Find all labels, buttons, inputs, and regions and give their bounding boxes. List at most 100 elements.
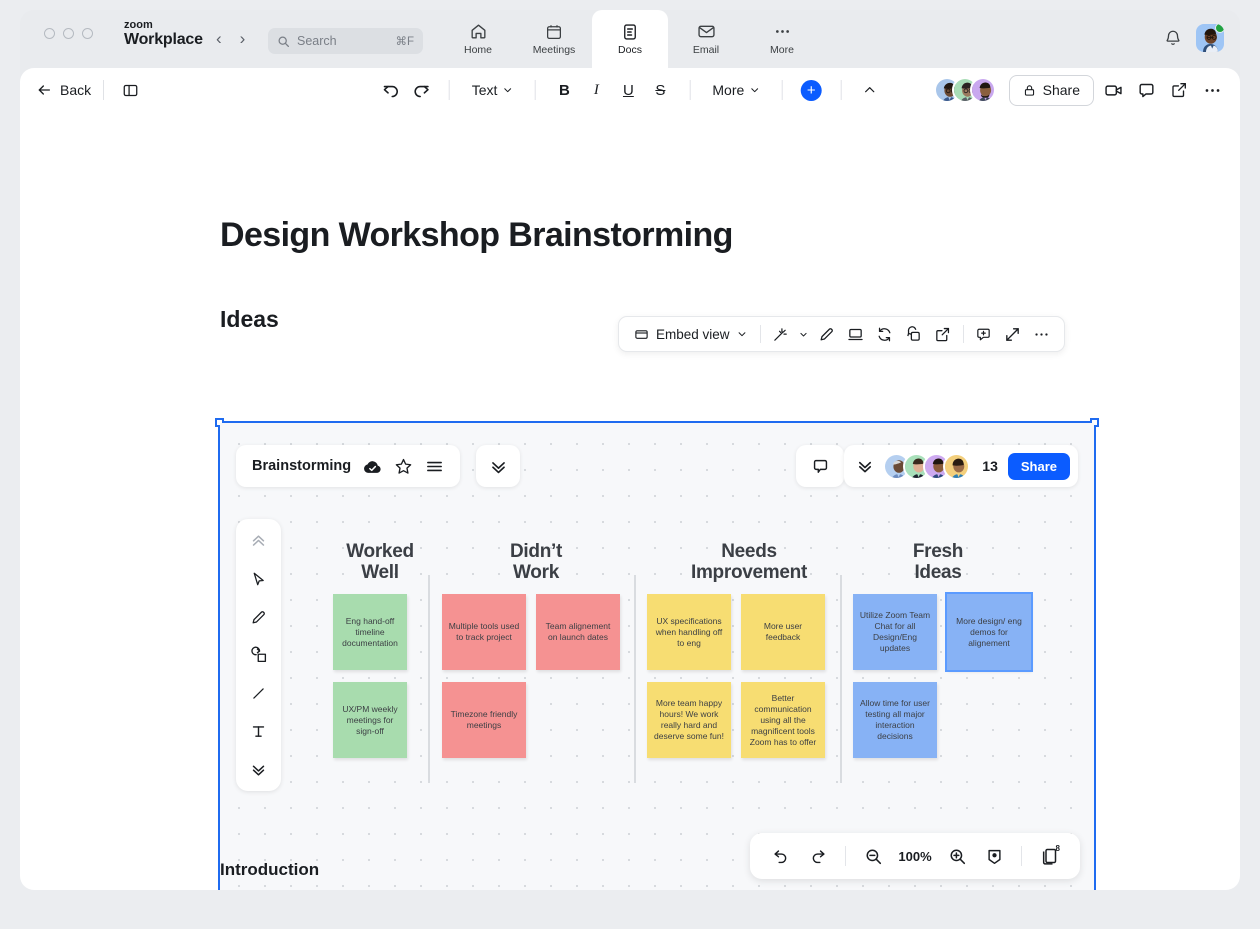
video-camera-icon[interactable] (1099, 76, 1127, 104)
locate-pin-icon[interactable] (977, 840, 1011, 872)
tab-meetings[interactable]: Meetings (516, 10, 592, 68)
zoom-workplace-logo: zoom Workplace (124, 19, 203, 48)
collapse-up-icon[interactable] (244, 528, 274, 554)
comment-icon[interactable] (1132, 76, 1160, 104)
more-formatting-dropdown[interactable]: More (704, 78, 767, 102)
whiteboard-comment-button[interactable] (796, 445, 844, 487)
sticky-note[interactable]: Timezone friendly meetings (442, 682, 526, 758)
expand-icon[interactable] (999, 321, 1027, 347)
embed-overflow-icon[interactable] (1028, 321, 1056, 347)
document-pane: Back Text B I U S More + Share Design Wo… (20, 68, 1240, 890)
text-icon[interactable] (244, 718, 274, 744)
notifications-bell-icon[interactable] (1162, 27, 1184, 49)
strikethrough-button[interactable]: S (645, 76, 675, 104)
chevrons-down-icon[interactable] (856, 457, 874, 475)
select-cursor-icon[interactable] (244, 566, 274, 592)
italic-button[interactable]: I (581, 76, 611, 104)
sticky-note[interactable]: Allow time for user testing all major in… (853, 682, 937, 758)
zoom-in-icon[interactable] (940, 840, 974, 872)
column-divider (428, 575, 430, 783)
title-bar: zoom Workplace ‹ › Search ⌘F Home Meetin… (20, 10, 1240, 68)
whiteboard-share-button[interactable]: Share (1007, 452, 1070, 480)
tab-home[interactable]: Home (440, 10, 516, 68)
collaborator-avatars[interactable] (933, 77, 996, 103)
sticky-note[interactable]: Multiple tools used to track project (442, 594, 526, 670)
sticky-note[interactable]: Team alignement on launch dates (536, 594, 620, 670)
document-overflow-icon[interactable] (1198, 76, 1226, 104)
share-button[interactable]: Share (1008, 74, 1094, 106)
whiteboard-embed[interactable]: Worked Well Didn’t Work Needs Improvemen… (215, 418, 1099, 890)
whiteboard-zoom-bar: 100% 8 (750, 833, 1080, 879)
text-style-dropdown[interactable]: Text (464, 78, 521, 102)
column-divider (634, 575, 636, 783)
redo-icon[interactable] (801, 840, 835, 872)
sticky-note-text: More user feedback (763, 621, 803, 642)
insert-button[interactable]: + (796, 76, 826, 104)
chrome-right-actions (1162, 24, 1224, 52)
sticky-note[interactable]: Utilize Zoom Team Chat for all Design/En… (853, 594, 937, 670)
sticky-note[interactable]: UX/PM weekly meetings for sign-off (333, 682, 407, 758)
sticky-note[interactable]: More user feedback (741, 594, 825, 670)
window-controls[interactable] (44, 28, 93, 39)
section-heading-ideas: Ideas (220, 306, 279, 332)
open-external-icon[interactable] (1165, 76, 1193, 104)
sticky-note[interactable]: Eng hand-off timeline documentation (333, 594, 407, 670)
back-button-label: Back (60, 82, 92, 98)
whiteboard-collapse-button[interactable] (476, 445, 520, 487)
more-formatting-label: More (712, 82, 745, 98)
participant-avatar (943, 452, 971, 480)
maximize-window-button[interactable] (82, 28, 93, 39)
star-icon[interactable] (394, 457, 413, 476)
tab-docs[interactable]: Docs (592, 10, 668, 68)
redo-icon[interactable] (407, 76, 435, 104)
user-avatar[interactable] (1196, 24, 1224, 52)
pages-icon[interactable]: 8 (1032, 840, 1066, 872)
chevron-down-icon (750, 88, 758, 93)
tab-email[interactable]: Email (668, 10, 744, 68)
pen-icon[interactable] (813, 321, 841, 347)
search-input[interactable]: Search ⌘F (268, 28, 423, 54)
refresh-icon[interactable] (871, 321, 899, 347)
column-heading-worked-well: Worked Well (320, 541, 440, 583)
magic-wand-icon[interactable] (767, 321, 795, 347)
bold-button[interactable]: B (549, 76, 579, 104)
sticky-note-text: Better communication using all the magni… (749, 692, 817, 747)
magic-wand-chevron-icon[interactable] (796, 321, 812, 347)
sticky-note[interactable]: Better communication using all the magni… (741, 682, 825, 758)
present-icon[interactable] (842, 321, 870, 347)
line-icon[interactable] (244, 680, 274, 706)
close-window-button[interactable] (44, 28, 55, 39)
panel-toggle-icon[interactable] (116, 76, 144, 104)
open-external-icon[interactable] (929, 321, 957, 347)
participant-avatars[interactable] (883, 452, 971, 480)
hamburger-icon[interactable] (425, 457, 444, 476)
undo-icon[interactable] (764, 840, 798, 872)
undo-icon[interactable] (377, 76, 405, 104)
nav-back-icon[interactable]: ‹ (216, 30, 222, 47)
duplicate-icon[interactable] (900, 321, 928, 347)
embed-view-dropdown[interactable]: Embed view (627, 324, 754, 345)
add-comment-icon[interactable] (970, 321, 998, 347)
pen-icon[interactable] (244, 604, 274, 630)
tab-more[interactable]: More (744, 10, 820, 68)
minimize-window-button[interactable] (63, 28, 74, 39)
arrow-left-icon (38, 85, 50, 95)
sticky-note[interactable]: UX specifications when handling off to e… (647, 594, 731, 670)
sticky-note-selected[interactable]: More design/ eng demos for alignement (945, 592, 1033, 672)
toolbar-divider (845, 846, 846, 866)
shape-icon[interactable] (244, 642, 274, 668)
zoom-level[interactable]: 100% (893, 849, 937, 864)
section-heading-introduction: Introduction (220, 860, 320, 879)
search-placeholder: Search (297, 34, 337, 48)
sticky-note[interactable]: More team happy hours! We work really ha… (647, 682, 731, 758)
home-icon (469, 23, 488, 41)
collapse-toolbar-icon[interactable] (855, 76, 883, 104)
zoom-out-icon[interactable] (856, 840, 890, 872)
collaborator-avatar (969, 77, 996, 103)
column-title-line1: Fresh (912, 541, 964, 562)
back-button[interactable]: Back (36, 82, 91, 98)
whiteboard-canvas[interactable]: Worked Well Didn’t Work Needs Improvemen… (220, 423, 1094, 890)
underline-button[interactable]: U (613, 76, 643, 104)
nav-forward-icon[interactable]: › (240, 30, 246, 47)
expand-down-icon[interactable] (244, 756, 274, 782)
